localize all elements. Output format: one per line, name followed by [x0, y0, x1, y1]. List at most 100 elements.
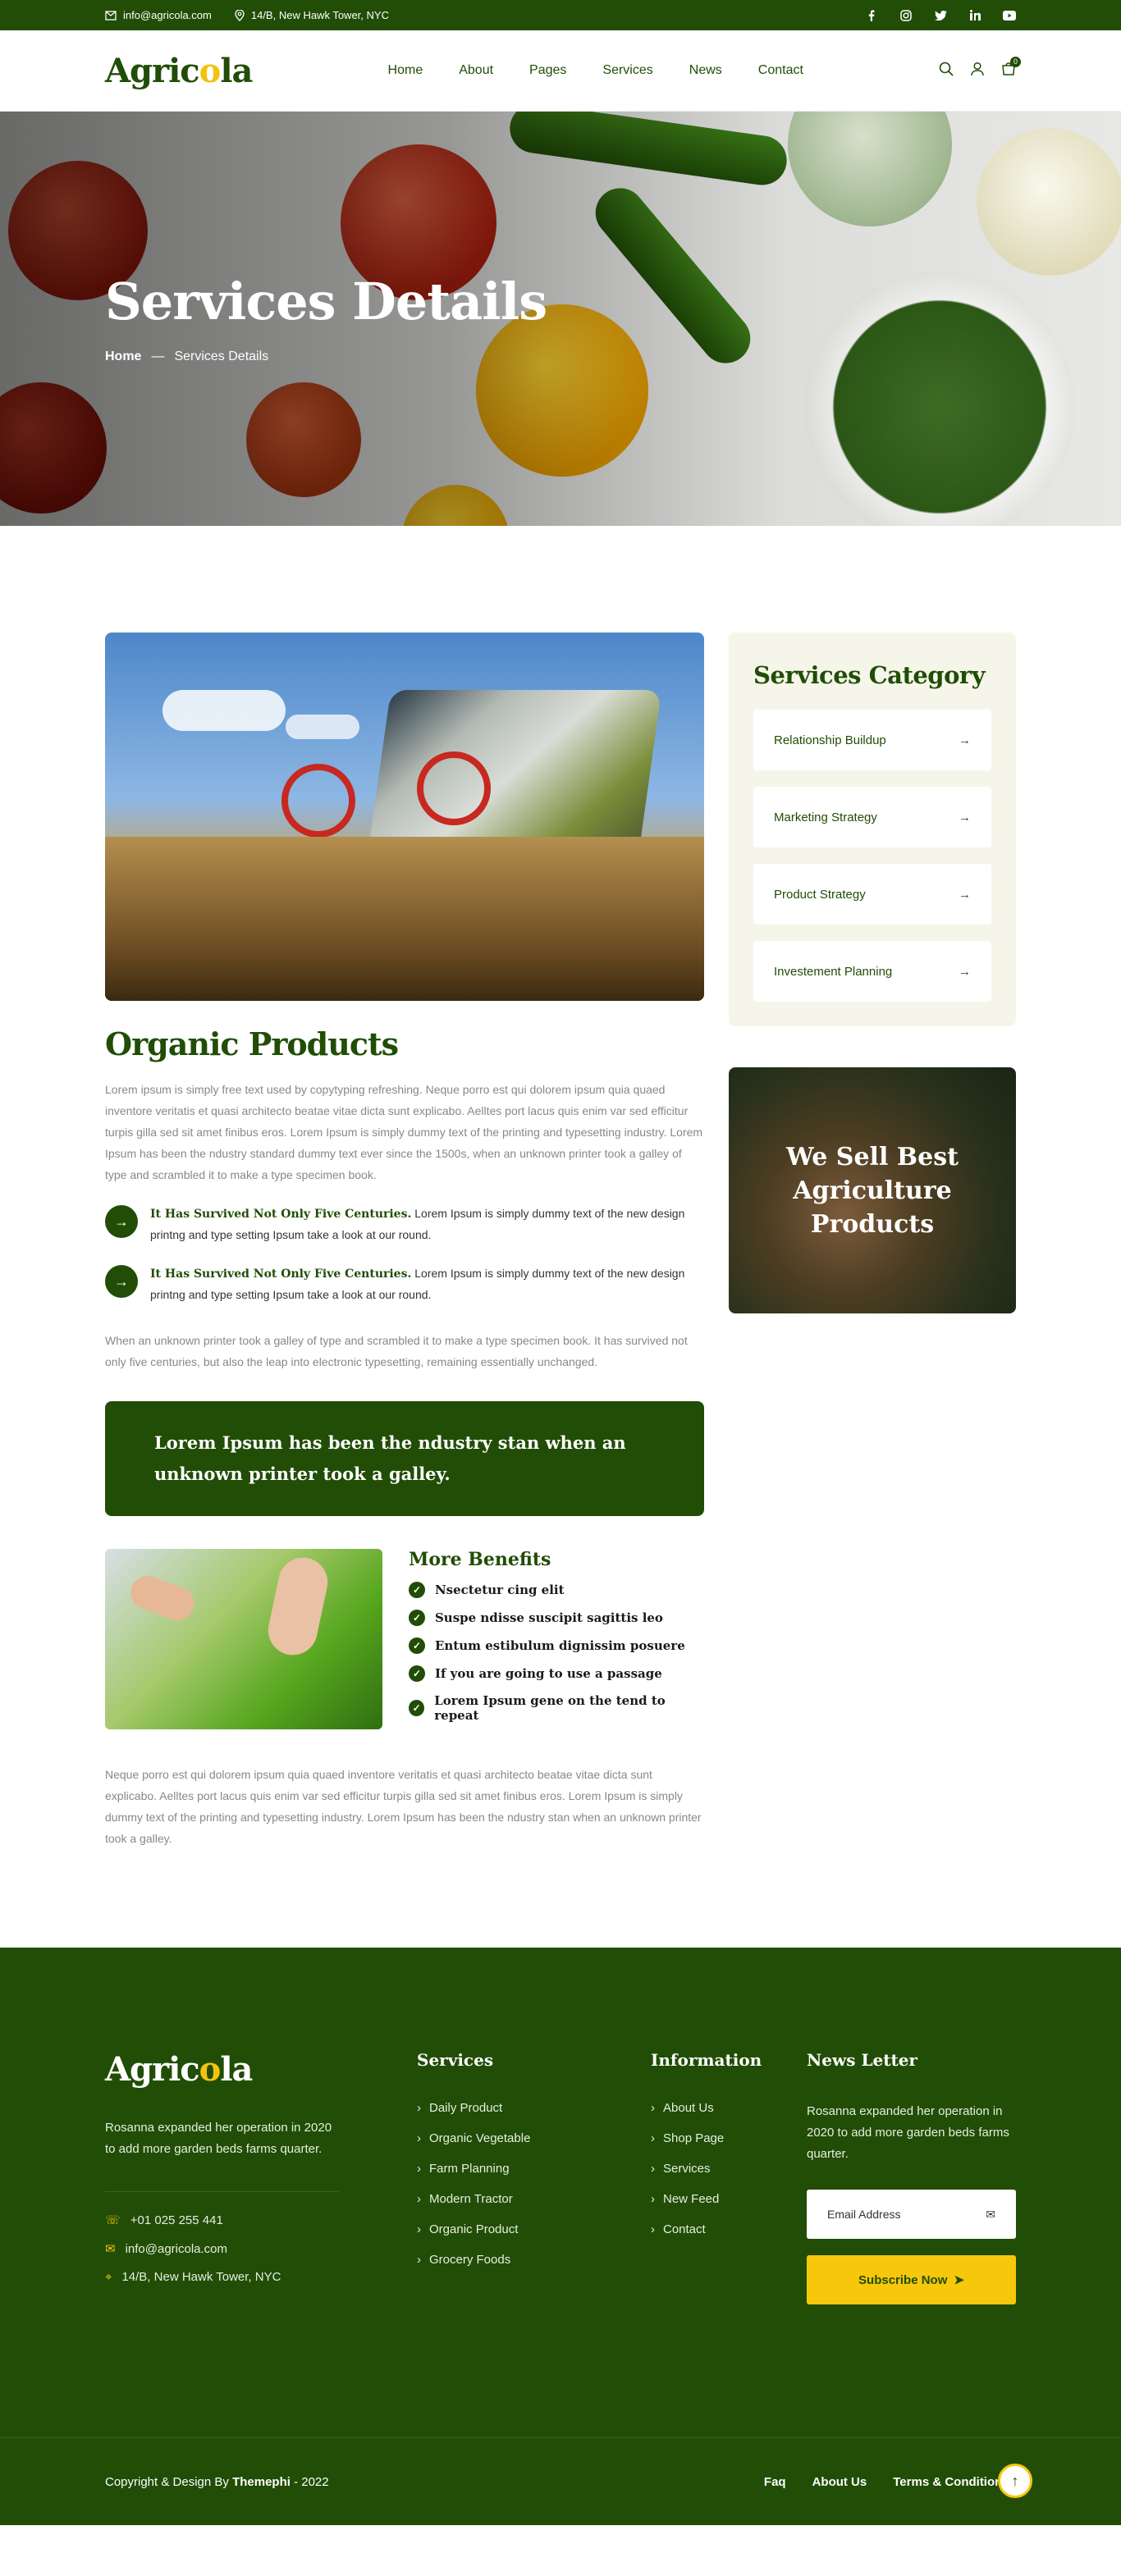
second-paragraph: When an unknown printer took a galley of… — [105, 1334, 688, 1368]
footer-email[interactable]: ✉ info@agricola.com — [105, 2241, 339, 2257]
category-item-marketing-strategy[interactable]: Marketing Strategy → — [753, 787, 991, 847]
footer-link[interactable]: › Modern Tractor — [417, 2192, 651, 2206]
header-actions: 0 — [939, 56, 1021, 80]
breadcrumb: Home — Services Details — [105, 349, 268, 364]
logo[interactable]: Agricola — [105, 51, 253, 90]
instagram-icon[interactable] — [899, 9, 913, 22]
benefits-title: More Benefits — [408, 1549, 551, 1570]
site-footer: Agricola Rosanna expanded her operation … — [0, 1948, 1121, 2525]
footer-bottom-bar: Copyright & Design By Themephi - 2022 Fa… — [0, 2437, 1121, 2525]
intro-paragraph: Lorem ipsum is simply free text used by … — [105, 1083, 703, 1181]
footer-address-text: 14/B, New Hawk Tower, NYC — [121, 2270, 281, 2284]
logo-text-end: la — [220, 2050, 253, 2089]
chevron-right-icon: › — [417, 2222, 421, 2236]
footer-link[interactable]: › New Feed — [651, 2192, 807, 2206]
benefit-item: ✓ Entum estibulum dignissim posuere — [408, 1637, 704, 1654]
arrow-up-icon: ↑ — [1011, 2472, 1019, 2489]
footer-link[interactable]: › Services — [651, 2162, 807, 2176]
youtube-icon[interactable] — [1003, 9, 1016, 22]
nav-pages[interactable]: Pages — [529, 63, 566, 78]
footer-link[interactable]: › Organic Product — [417, 2222, 651, 2236]
copyright-brand[interactable]: Themephi — [232, 2475, 291, 2489]
feature-point-text: It Has Survived Not Only Five Centuries.… — [150, 1263, 704, 1305]
footer-phone[interactable]: ☏ +01 025 255 441 — [105, 2213, 339, 2228]
facebook-icon[interactable] — [865, 9, 878, 22]
category-item-product-strategy[interactable]: Product Strategy → — [753, 864, 991, 925]
chevron-right-icon: › — [651, 2222, 655, 2236]
send-icon: ➤ — [954, 2273, 964, 2287]
check-icon: ✓ — [408, 1700, 425, 1716]
service-details: Organic Products Lorem ipsum is simply f… — [0, 526, 1121, 1849]
check-icon: ✓ — [408, 1665, 425, 1682]
benefit-item: ✓ Nsectetur cing elit — [408, 1582, 704, 1598]
category-item-label: Product Strategy — [774, 887, 866, 902]
footer-link[interactable]: › Organic Vegetable — [417, 2131, 651, 2145]
category-item-investment-planning[interactable]: Investement Planning → — [753, 941, 991, 1002]
chevron-right-icon: › — [417, 2101, 421, 2115]
logo-text-end: la — [220, 51, 253, 90]
logo-leaf-o: o — [199, 2050, 222, 2089]
cart-icon[interactable]: 0 — [1001, 56, 1021, 80]
footer-link[interactable]: › About Us — [651, 2101, 807, 2115]
section-title: Organic Products — [105, 1025, 399, 1062]
site-header: Agricola Home About Pages Services News … — [0, 30, 1121, 112]
footer-news-title: News Letter — [807, 2050, 917, 2070]
topbar-address: 14/B, New Hawk Tower, NYC — [235, 9, 389, 21]
cloud-shape — [286, 715, 359, 739]
category-item-relationship-buildup[interactable]: Relationship Buildup → — [753, 710, 991, 770]
top-bar: info@agricola.com 14/B, New Hawk Tower, … — [0, 0, 1121, 30]
footer-information: Information › About Us › Shop Page › Servic… — [651, 2050, 807, 2304]
chevron-right-icon: › — [417, 2253, 421, 2267]
feature-point-heading: It Has Survived Not Only Five Centuries. — [150, 1208, 412, 1221]
twitter-icon[interactable] — [934, 9, 947, 22]
chevron-right-icon: › — [651, 2101, 655, 2115]
promo-banner[interactable]: We Sell Best Agriculture Products — [729, 1067, 1016, 1313]
footer-link[interactable]: › Farm Planning — [417, 2162, 651, 2176]
breadcrumb-current: Services Details — [174, 349, 269, 363]
newsletter-email-input[interactable]: Email Address ✉ — [807, 2190, 1016, 2239]
arrow-right-icon: → — [959, 810, 971, 824]
benefit-item: ✓ Suspe ndisse suscipit sagittis leo — [408, 1610, 704, 1626]
benefit-text: Nsectetur cing elit — [434, 1583, 565, 1597]
benefit-item: ✓ Lorem Ipsum gene on the tend to repeat — [408, 1693, 704, 1723]
feature-point-text: It Has Survived Not Only Five Centuries.… — [150, 1204, 704, 1245]
footer-link[interactable]: › Daily Product — [417, 2101, 651, 2115]
footer-link[interactable]: › Contact — [651, 2222, 807, 2236]
footer-link-label: Organic Product — [429, 2222, 519, 2236]
chevron-right-icon: › — [651, 2192, 655, 2206]
services-category-box: Services Category Relationship Buildup → … — [729, 633, 1016, 1026]
footer-logo[interactable]: Agricola — [105, 2050, 339, 2089]
bottom-link-about[interactable]: About Us — [812, 2475, 867, 2489]
subscribe-button[interactable]: Subscribe Now ➤ — [807, 2255, 1016, 2304]
user-icon[interactable] — [970, 62, 985, 80]
harvester-wheel-shape — [281, 764, 355, 838]
envelope-icon — [105, 10, 117, 21]
benefit-text: Entum estibulum dignissim posuere — [434, 1638, 685, 1653]
copyright-prefix: Copyright & Design By — [105, 2474, 233, 2489]
arrow-right-icon: → — [105, 1265, 138, 1298]
breadcrumb-home[interactable]: Home — [105, 349, 141, 364]
search-icon[interactable] — [939, 62, 954, 80]
footer-phone-text: +01 025 255 441 — [130, 2213, 223, 2227]
footer-link-label: Shop Page — [663, 2131, 725, 2145]
check-icon: ✓ — [408, 1582, 425, 1598]
nav-contact[interactable]: Contact — [758, 63, 803, 78]
arrow-right-icon: → — [105, 1205, 138, 1238]
nav-about[interactable]: About — [459, 63, 493, 78]
highlight-quote: Lorem Ipsum has been the ndustry stan wh… — [105, 1401, 704, 1516]
footer-link[interactable]: › Shop Page — [651, 2131, 807, 2145]
nav-news[interactable]: News — [689, 63, 722, 78]
footer-link-label: About Us — [663, 2101, 714, 2115]
topbar-email[interactable]: info@agricola.com — [105, 9, 212, 21]
benefit-text: Lorem Ipsum gene on the tend to repeat — [434, 1693, 666, 1723]
footer-link[interactable]: › Grocery Foods — [417, 2253, 651, 2267]
footer-link-label: Grocery Foods — [429, 2253, 511, 2267]
bottom-link-faq[interactable]: Faq — [764, 2475, 786, 2489]
nav-services[interactable]: Services — [602, 63, 652, 78]
footer-link-label: Contact — [663, 2222, 706, 2236]
hand-shape — [126, 1571, 199, 1625]
scroll-to-top-button[interactable]: ↑ — [998, 2464, 1032, 2498]
footer-info-title: Information — [651, 2050, 762, 2070]
linkedin-icon[interactable] — [968, 9, 981, 22]
nav-home[interactable]: Home — [388, 63, 423, 78]
